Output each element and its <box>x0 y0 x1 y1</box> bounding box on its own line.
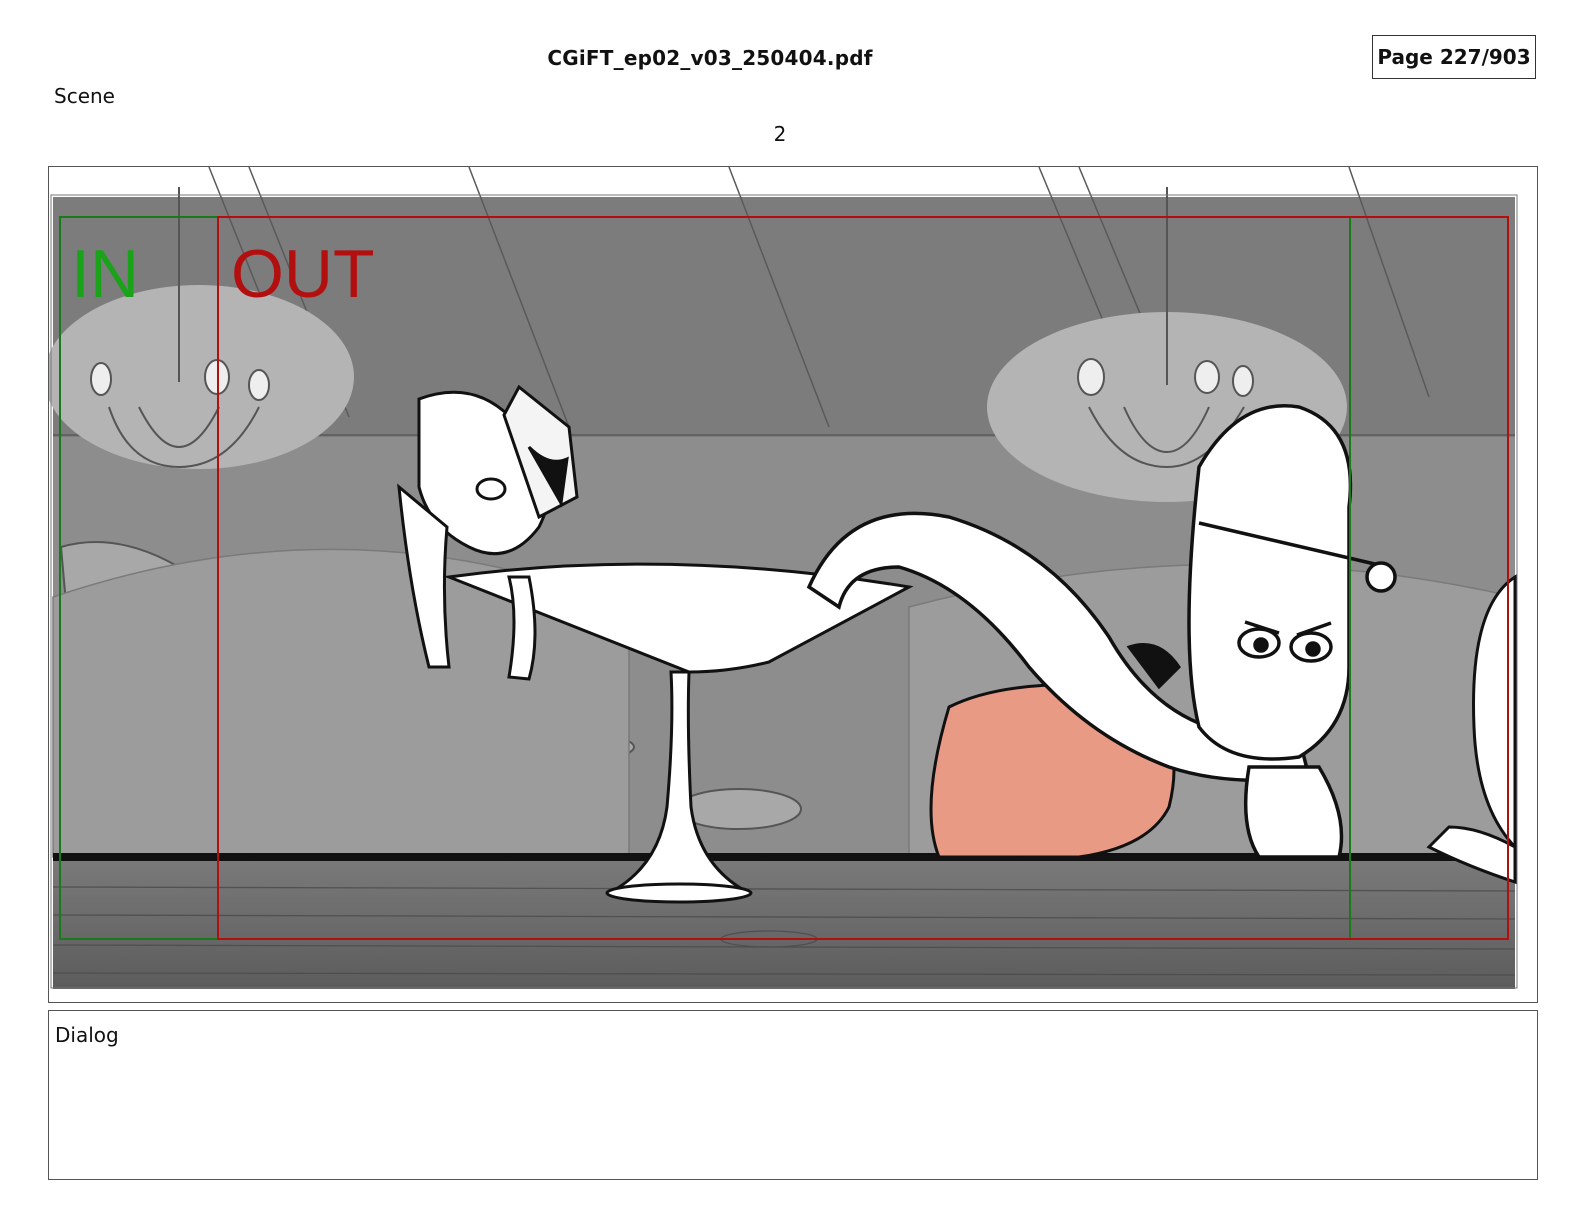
bar-counter <box>53 857 1515 989</box>
out-marker: OUT <box>231 236 375 312</box>
dialog-label: Dialog <box>55 1023 119 1047</box>
scene-label: Scene <box>54 84 115 108</box>
page-indicator: Page 227/903 <box>1372 35 1536 79</box>
scene-number: 2 <box>773 122 787 146</box>
dialog-box: Dialog <box>48 1010 1538 1180</box>
storyboard-drawing: IN OUT <box>49 167 1518 989</box>
storyboard-panel: IN OUT <box>48 166 1538 1003</box>
document-title: CGiFT_ep02_v03_250404.pdf <box>547 46 873 70</box>
in-marker: IN <box>71 236 139 312</box>
